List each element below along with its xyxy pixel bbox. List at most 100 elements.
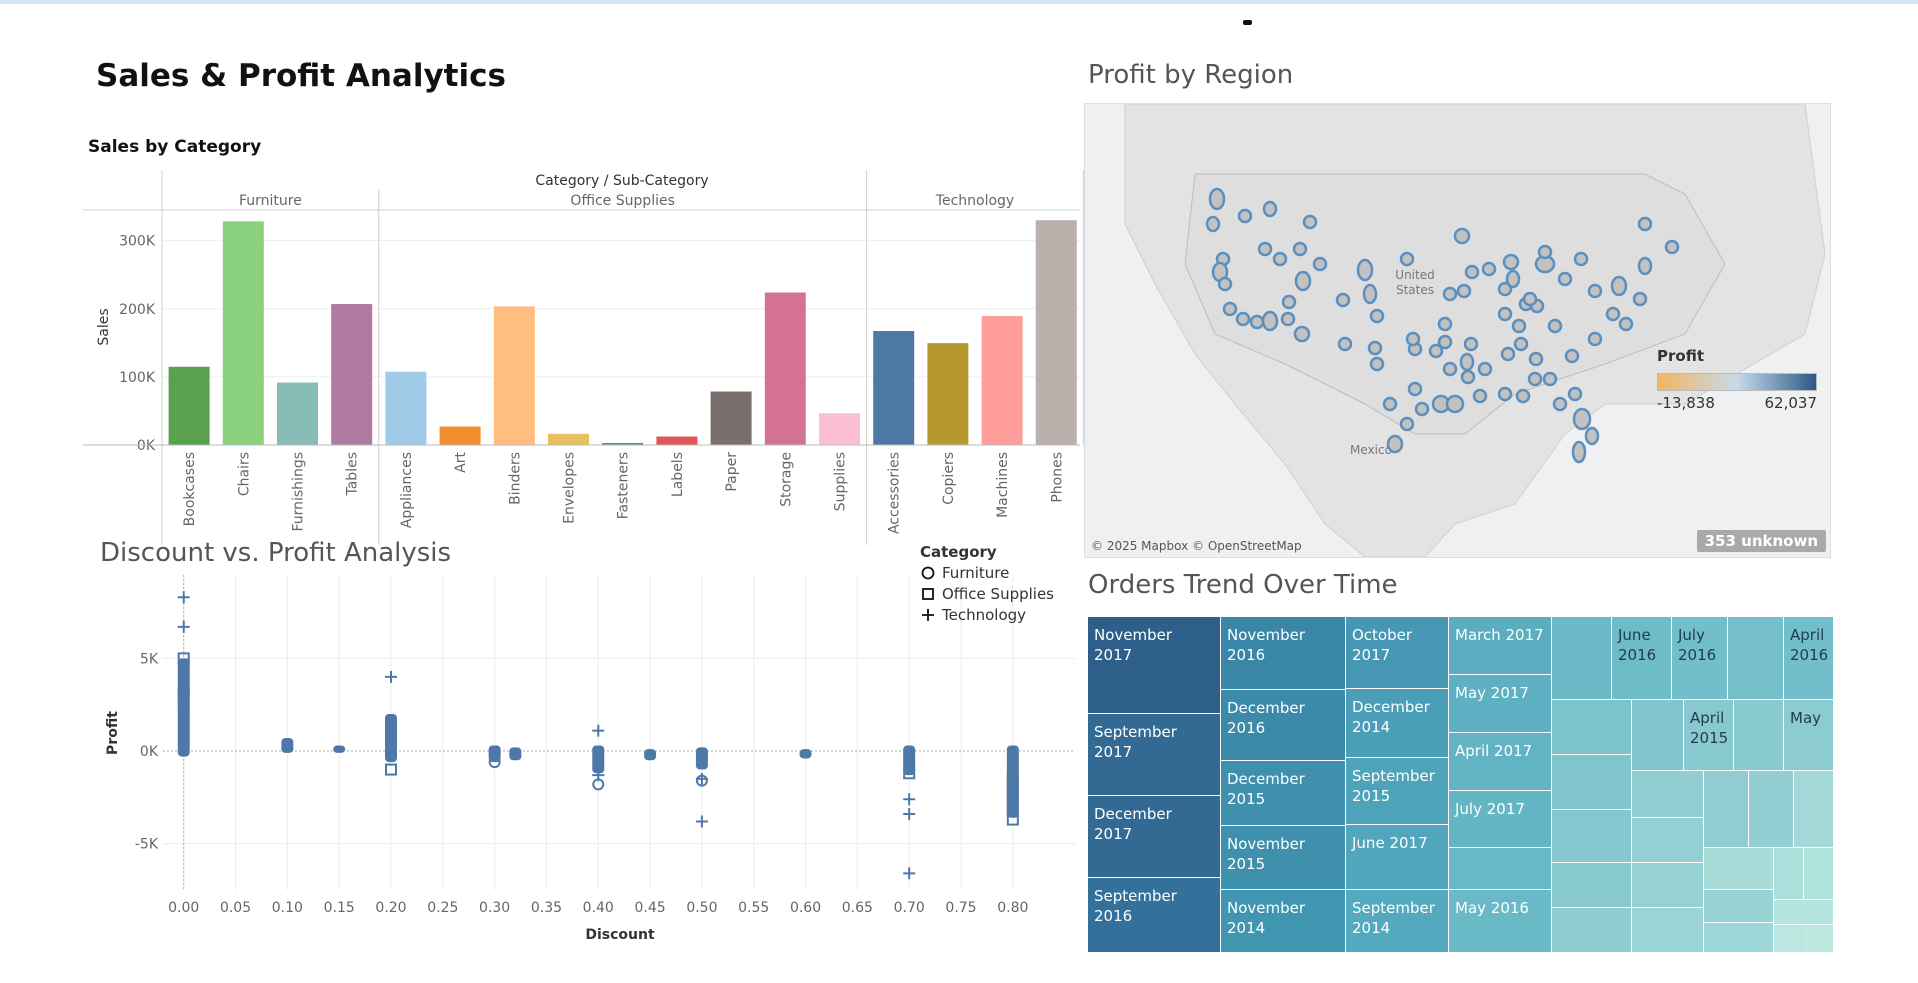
location-dot bbox=[1664, 239, 1680, 255]
treemap-cell[interactable]: July 2016 bbox=[1672, 617, 1728, 700]
treemap-cell[interactable] bbox=[1774, 848, 1804, 900]
treemap-cell[interactable] bbox=[1552, 908, 1632, 953]
subcategory-label: Chairs bbox=[236, 452, 252, 496]
treemap-cell[interactable] bbox=[1774, 900, 1834, 925]
location-dot bbox=[1208, 187, 1226, 211]
treemap-cell[interactable]: November 2016 bbox=[1221, 617, 1346, 690]
treemap-cell[interactable]: May 2016 bbox=[1449, 890, 1552, 953]
treemap-cell[interactable]: April 2015 bbox=[1684, 700, 1734, 771]
treemap-cell[interactable]: November 2015 bbox=[1221, 826, 1346, 890]
scatter-title: Discount vs. Profit Analysis bbox=[100, 538, 452, 568]
location-dot bbox=[1237, 208, 1253, 224]
scatter-xtick-label: 0.65 bbox=[842, 900, 873, 916]
treemap-cell[interactable]: December 2015 bbox=[1221, 761, 1346, 826]
treemap-cell[interactable] bbox=[1804, 848, 1834, 900]
treemap-cell[interactable] bbox=[1704, 890, 1774, 923]
treemap-cell[interactable]: December 2016 bbox=[1221, 690, 1346, 761]
location-dot bbox=[1463, 336, 1479, 352]
discount-profit-scatter: 0.00 0.05 0.10 0.15 0.20 0.25 0.30 0.35 0.40 0.45… bbox=[105, 575, 1075, 943]
category-header-2: Technology bbox=[935, 193, 1014, 209]
treemap-cell[interactable] bbox=[1449, 848, 1552, 890]
sales-bar-labels bbox=[656, 436, 698, 445]
location-dot bbox=[1261, 310, 1279, 332]
treemap-cell[interactable] bbox=[1632, 908, 1704, 953]
location-dot bbox=[1632, 291, 1648, 307]
location-dot bbox=[1552, 396, 1568, 412]
treemap-cell[interactable]: April 2016 bbox=[1784, 617, 1834, 700]
treemap-cell[interactable] bbox=[1632, 818, 1704, 863]
treemap-cell[interactable] bbox=[1552, 755, 1632, 810]
map-copyright[interactable]: © 2025 Mapbox © OpenStreetMap bbox=[1091, 539, 1302, 553]
location-dot bbox=[1497, 386, 1513, 402]
treemap-cell[interactable]: March 2017 bbox=[1449, 617, 1552, 675]
scatter-xtick-label: 0.55 bbox=[738, 900, 769, 916]
unknown-locations-badge[interactable]: 353 unknown bbox=[1696, 530, 1826, 552]
sales-bar-storage bbox=[764, 292, 806, 445]
treemap-cell[interactable]: May bbox=[1784, 700, 1834, 771]
legend-plus-mark bbox=[922, 609, 934, 621]
scatter-xtick-label: 0.10 bbox=[272, 900, 303, 916]
pager-dot bbox=[1243, 20, 1252, 25]
subcategory-label: Copiers bbox=[941, 452, 957, 505]
legend-circle-mark bbox=[921, 566, 935, 580]
location-dot bbox=[1567, 386, 1583, 402]
treemap-cell[interactable]: November 2014 bbox=[1221, 890, 1346, 953]
map-canvas[interactable]: UnitedStates Mexico bbox=[1085, 104, 1830, 557]
treemap-cell[interactable]: September 2017 bbox=[1088, 714, 1221, 796]
legend-item-circle[interactable]: Furniture bbox=[920, 564, 1054, 582]
scatter-point-technology bbox=[592, 724, 605, 737]
treemap-cell[interactable] bbox=[1704, 848, 1774, 890]
treemap-cell[interactable]: July 2017 bbox=[1449, 791, 1552, 848]
treemap-cell[interactable]: April 2017 bbox=[1449, 733, 1552, 791]
treemap-cell[interactable] bbox=[1704, 771, 1749, 848]
treemap-cell[interactable]: September 2015 bbox=[1346, 758, 1449, 825]
location-dot bbox=[1564, 348, 1580, 364]
treemap-cell[interactable] bbox=[1749, 771, 1794, 848]
treemap-cell[interactable]: May 2017 bbox=[1449, 675, 1552, 733]
location-dot bbox=[1584, 426, 1600, 446]
treemap-cell[interactable]: June 2016 bbox=[1612, 617, 1672, 700]
subcategory-label: Furnishings bbox=[291, 452, 307, 532]
plus-icon bbox=[922, 609, 934, 621]
sales-ytick-label: 0K bbox=[137, 438, 156, 454]
treemap-cell[interactable] bbox=[1632, 771, 1704, 818]
treemap-cell[interactable]: October 2017 bbox=[1346, 617, 1449, 689]
scatter-xtick-label: 0.70 bbox=[894, 900, 925, 916]
subcategory-label: Art bbox=[453, 451, 469, 472]
treemap-cell[interactable] bbox=[1632, 700, 1684, 771]
sales-bar-envelopes bbox=[548, 433, 589, 445]
treemap-cell[interactable] bbox=[1552, 617, 1612, 700]
treemap-cell[interactable]: June 2017 bbox=[1346, 825, 1449, 890]
location-dot bbox=[1515, 388, 1531, 404]
treemap-cell[interactable] bbox=[1734, 700, 1784, 771]
dashboard-title: Sales & Profit Analytics bbox=[96, 58, 506, 94]
location-dot bbox=[1637, 216, 1653, 232]
circle-icon bbox=[921, 566, 935, 580]
treemap-cell[interactable]: December 2014 bbox=[1346, 689, 1449, 758]
sales-ytick-label: 300K bbox=[119, 234, 156, 250]
legend-item-plus[interactable]: Technology bbox=[920, 606, 1054, 624]
location-dot bbox=[1618, 316, 1634, 332]
top-accent-bar bbox=[0, 0, 1918, 4]
sales-bar-art bbox=[439, 426, 481, 445]
profit-map[interactable]: United States Mexico Profit -13,838 62,037… bbox=[1084, 103, 1831, 558]
treemap-cell[interactable] bbox=[1552, 810, 1632, 863]
sales-bar-chairs bbox=[222, 221, 264, 445]
treemap-cell[interactable] bbox=[1552, 700, 1632, 755]
location-dot bbox=[1280, 311, 1296, 327]
scatter-point-technology bbox=[385, 670, 397, 683]
treemap-cell[interactable] bbox=[1804, 925, 1834, 953]
treemap-cell[interactable]: November 2017 bbox=[1088, 617, 1221, 714]
treemap-cell[interactable] bbox=[1704, 923, 1774, 953]
orders-treemap: November 2017 September 2017 December 2017… bbox=[1088, 617, 1834, 953]
treemap-cell[interactable]: December 2017 bbox=[1088, 796, 1221, 878]
map-label-united-states: States bbox=[1396, 283, 1434, 297]
treemap-cell[interactable]: September 2014 bbox=[1346, 890, 1449, 953]
treemap-cell[interactable] bbox=[1552, 863, 1632, 908]
legend-item-square[interactable]: Office Supplies bbox=[920, 585, 1054, 603]
treemap-cell[interactable] bbox=[1794, 771, 1834, 848]
treemap-cell[interactable] bbox=[1632, 863, 1704, 908]
sales-bar-binders bbox=[493, 306, 535, 445]
treemap-cell[interactable]: September 2016 bbox=[1088, 878, 1221, 953]
treemap-cell[interactable] bbox=[1728, 617, 1784, 700]
